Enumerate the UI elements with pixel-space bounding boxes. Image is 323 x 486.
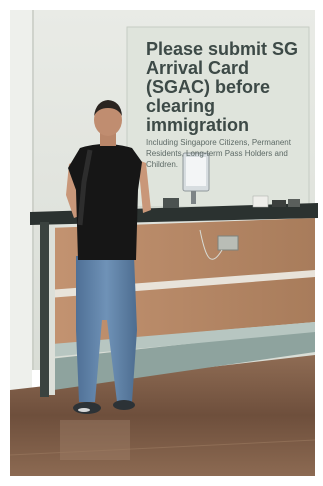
power-outlet [217,235,239,251]
shoe-sole [78,408,90,412]
floor-reflection [60,420,130,460]
counter-leg [40,222,49,397]
photo-frame: Please submit SG Arrival Card (SGAC) bef… [0,0,323,486]
person-right-shoe [113,400,135,410]
counter-leg-edge [49,225,55,395]
person-left-shoe [73,402,101,414]
left-pillar [10,10,32,390]
sign-headline: Please submit SG Arrival Card (SGAC) bef… [146,39,299,135]
sign-subline: Including Singapore Citizens, Permanent … [146,138,291,169]
